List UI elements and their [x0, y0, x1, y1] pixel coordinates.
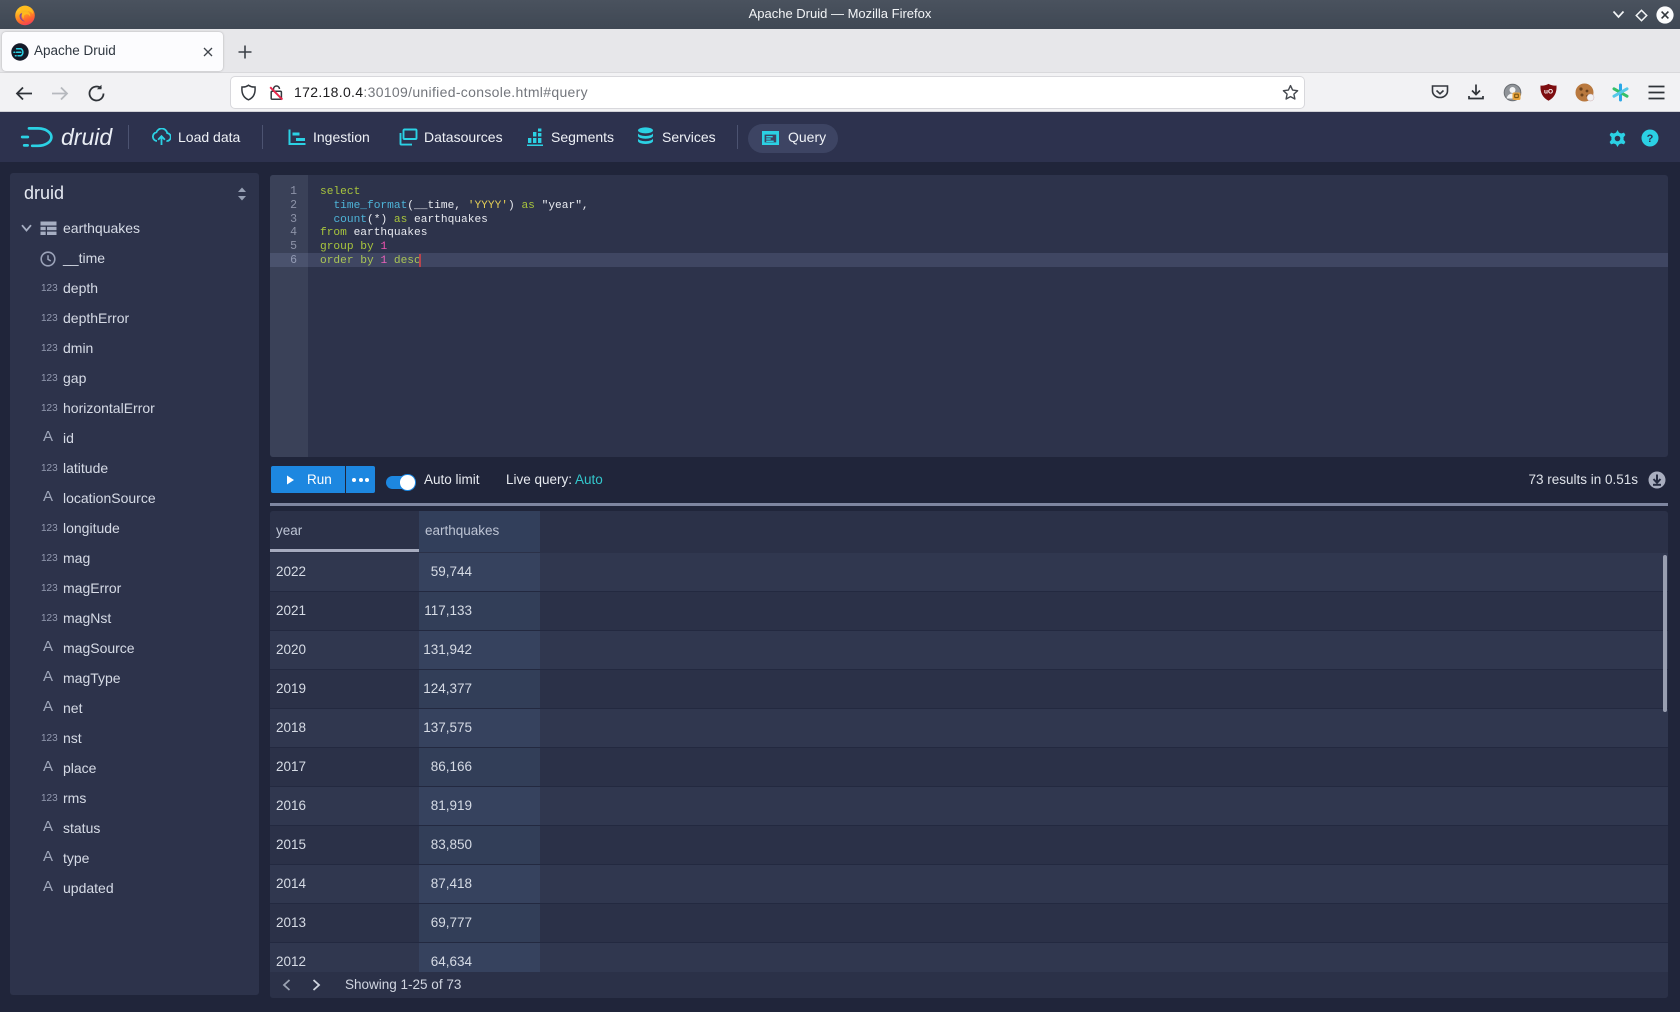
svg-text:?: ? [1647, 133, 1654, 145]
svg-text:uO: uO [1544, 89, 1553, 96]
